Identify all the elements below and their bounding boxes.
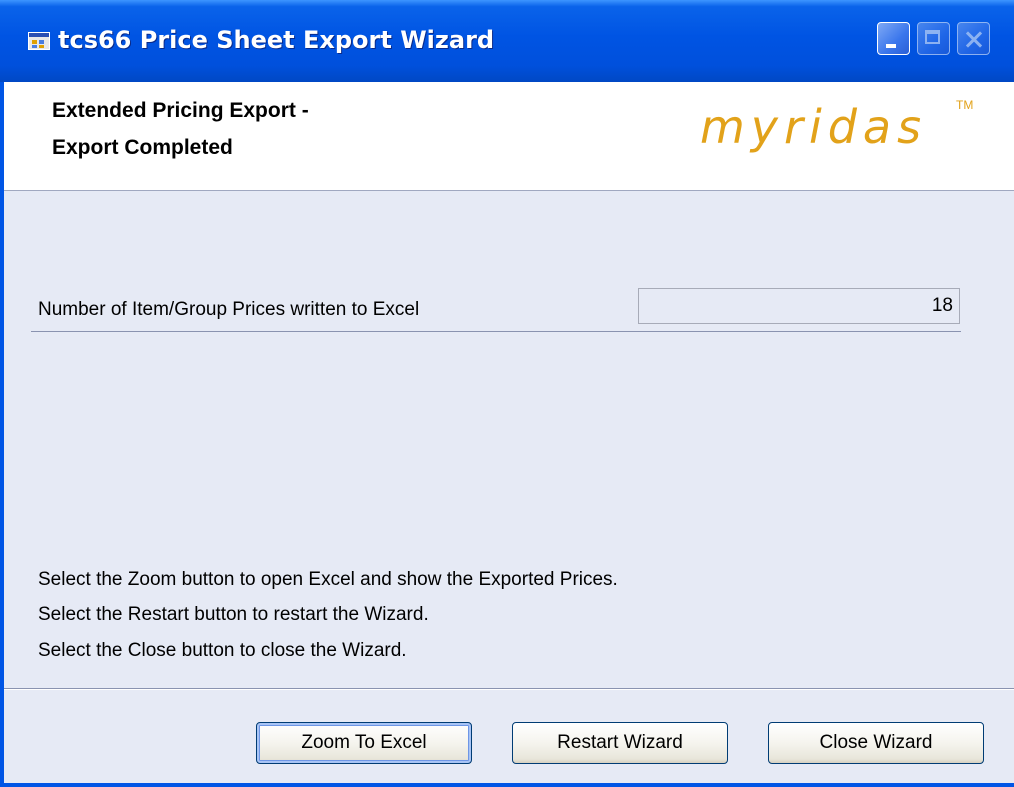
instruction-zoom: Select the Zoom button to open Excel and…	[38, 569, 618, 590]
title-bar[interactable]: tcs66 Price Sheet Export Wizard	[0, 0, 1014, 82]
trademark-mark: TM	[956, 98, 974, 112]
wizard-body: Number of Item/Group Prices written to E…	[4, 190, 1014, 783]
window-title: tcs66 Price Sheet Export Wizard	[58, 26, 495, 54]
count-label: Number of Item/Group Prices written to E…	[38, 299, 420, 320]
wizard-header: Extended Pricing Export - Export Complet…	[4, 82, 1014, 190]
wizard-window: tcs66 Price Sheet Export Wizard Extended…	[0, 0, 1014, 787]
instruction-restart: Select the Restart button to restart the…	[38, 604, 429, 625]
zoom-to-excel-button[interactable]: Zoom To Excel	[256, 722, 472, 764]
restart-wizard-button[interactable]: Restart Wizard	[512, 722, 728, 764]
field-divider	[31, 331, 961, 332]
close-window-button[interactable]	[957, 22, 990, 55]
maximize-button[interactable]	[917, 22, 950, 55]
count-value-field: 18	[638, 288, 960, 324]
app-window-icon[interactable]	[28, 32, 50, 50]
instruction-close: Select the Close button to close the Wiz…	[38, 640, 407, 661]
close-wizard-button[interactable]: Close Wizard	[768, 722, 984, 764]
header-title-line2: Export Completed	[52, 136, 233, 159]
header-title-line1: Extended Pricing Export -	[52, 99, 309, 122]
minimize-button[interactable]	[877, 22, 910, 55]
myridas-logo: myridas	[700, 100, 928, 154]
